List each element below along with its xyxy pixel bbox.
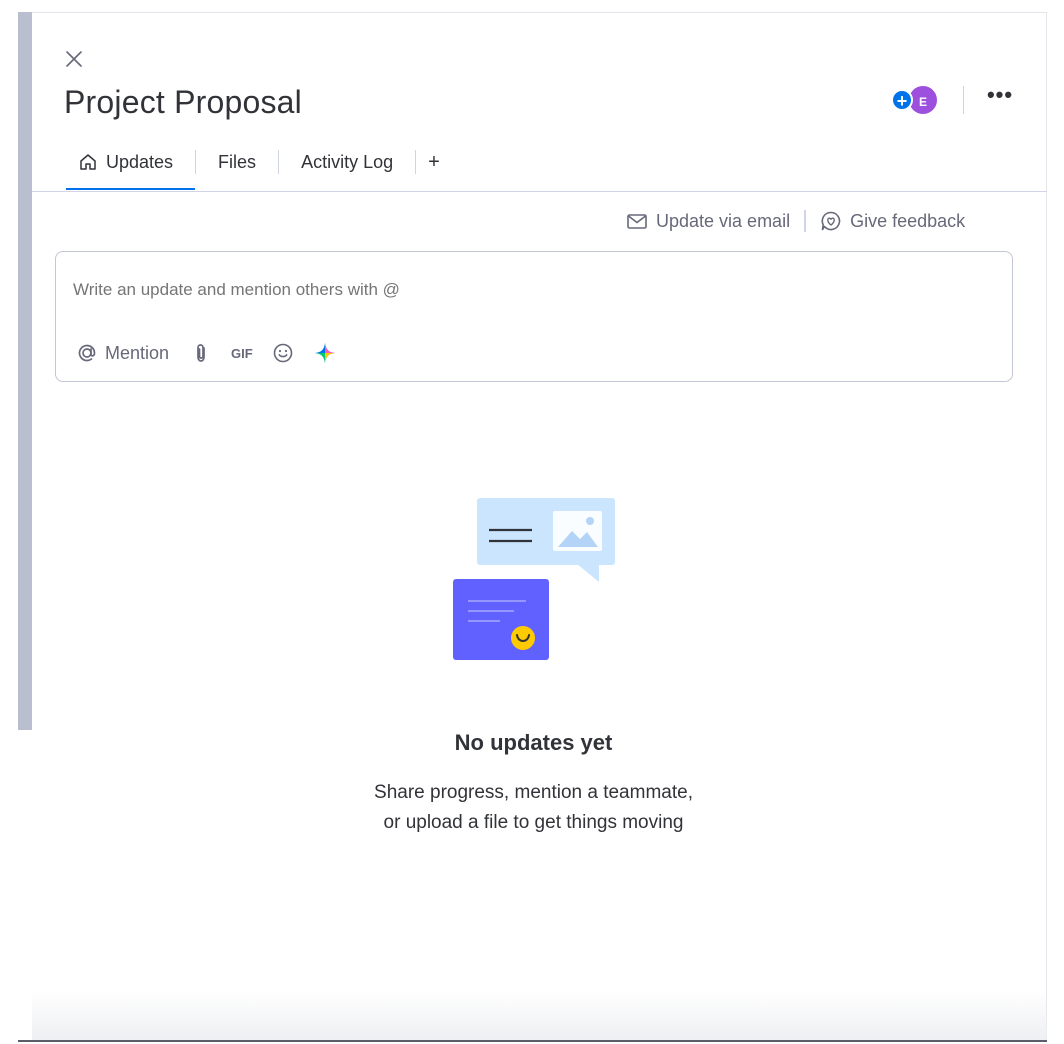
add-subscriber-icon[interactable]: + [891, 89, 913, 111]
add-tab-button[interactable]: + [416, 148, 440, 176]
more-options-button[interactable]: ••• [984, 84, 1016, 110]
ai-assistant-button[interactable] [313, 341, 337, 365]
smiley-icon [273, 343, 293, 363]
update-links: Update via email Give feedback [626, 208, 965, 234]
home-icon [78, 152, 98, 172]
close-icon[interactable] [64, 49, 84, 69]
smile-face-shape [511, 626, 535, 650]
tabs-divider [32, 191, 1047, 192]
update-via-email-label: Update via email [656, 210, 791, 231]
attach-file-button[interactable] [189, 341, 213, 365]
tab-label: Updates [106, 151, 174, 172]
paperclip-icon [197, 344, 205, 362]
mention-label: Mention [105, 342, 170, 363]
panel-bottom-shadow [32, 990, 1047, 1042]
links-divider [804, 210, 807, 232]
panel-bottom-edge [18, 1040, 1047, 1042]
page-title: Project Proposal [64, 84, 302, 120]
tab-label: Activity Log [301, 151, 394, 172]
update-composer[interactable]: Mention GIF [55, 251, 1013, 382]
tab-label: Files [218, 151, 257, 172]
tab-bar: Updates Files Activity Log + [66, 148, 440, 192]
message-card-shape [453, 579, 549, 660]
tab-updates[interactable]: Updates [66, 148, 196, 190]
update-via-email-link[interactable]: Update via email [626, 210, 790, 232]
give-feedback-link[interactable]: Give feedback [820, 210, 965, 232]
update-input[interactable] [73, 280, 973, 300]
empty-state-illustration [452, 497, 617, 662]
empty-state-title: No updates yet [454, 730, 613, 755]
empty-state-description: Share progress, mention a teammate, or u… [0, 778, 1064, 838]
envelope-icon [627, 214, 647, 229]
subscribers[interactable]: + E [891, 84, 941, 116]
mention-button[interactable]: Mention [75, 341, 169, 365]
composer-toolbar: Mention GIF [75, 340, 337, 366]
header-divider [963, 86, 964, 114]
tab-activity-log[interactable]: Activity Log [279, 148, 415, 176]
sparkle-icon [314, 343, 335, 363]
left-background-strip [18, 12, 32, 730]
emoji-button[interactable] [271, 341, 295, 365]
gif-button[interactable]: GIF [231, 346, 253, 361]
tab-files[interactable]: Files [196, 148, 278, 176]
give-feedback-label: Give feedback [850, 210, 966, 231]
at-sign-icon [78, 344, 96, 362]
empty-state-line: Share progress, mention a teammate, [374, 782, 693, 803]
empty-state-line: or upload a file to get things moving [383, 812, 684, 833]
feedback-icon [821, 211, 841, 231]
